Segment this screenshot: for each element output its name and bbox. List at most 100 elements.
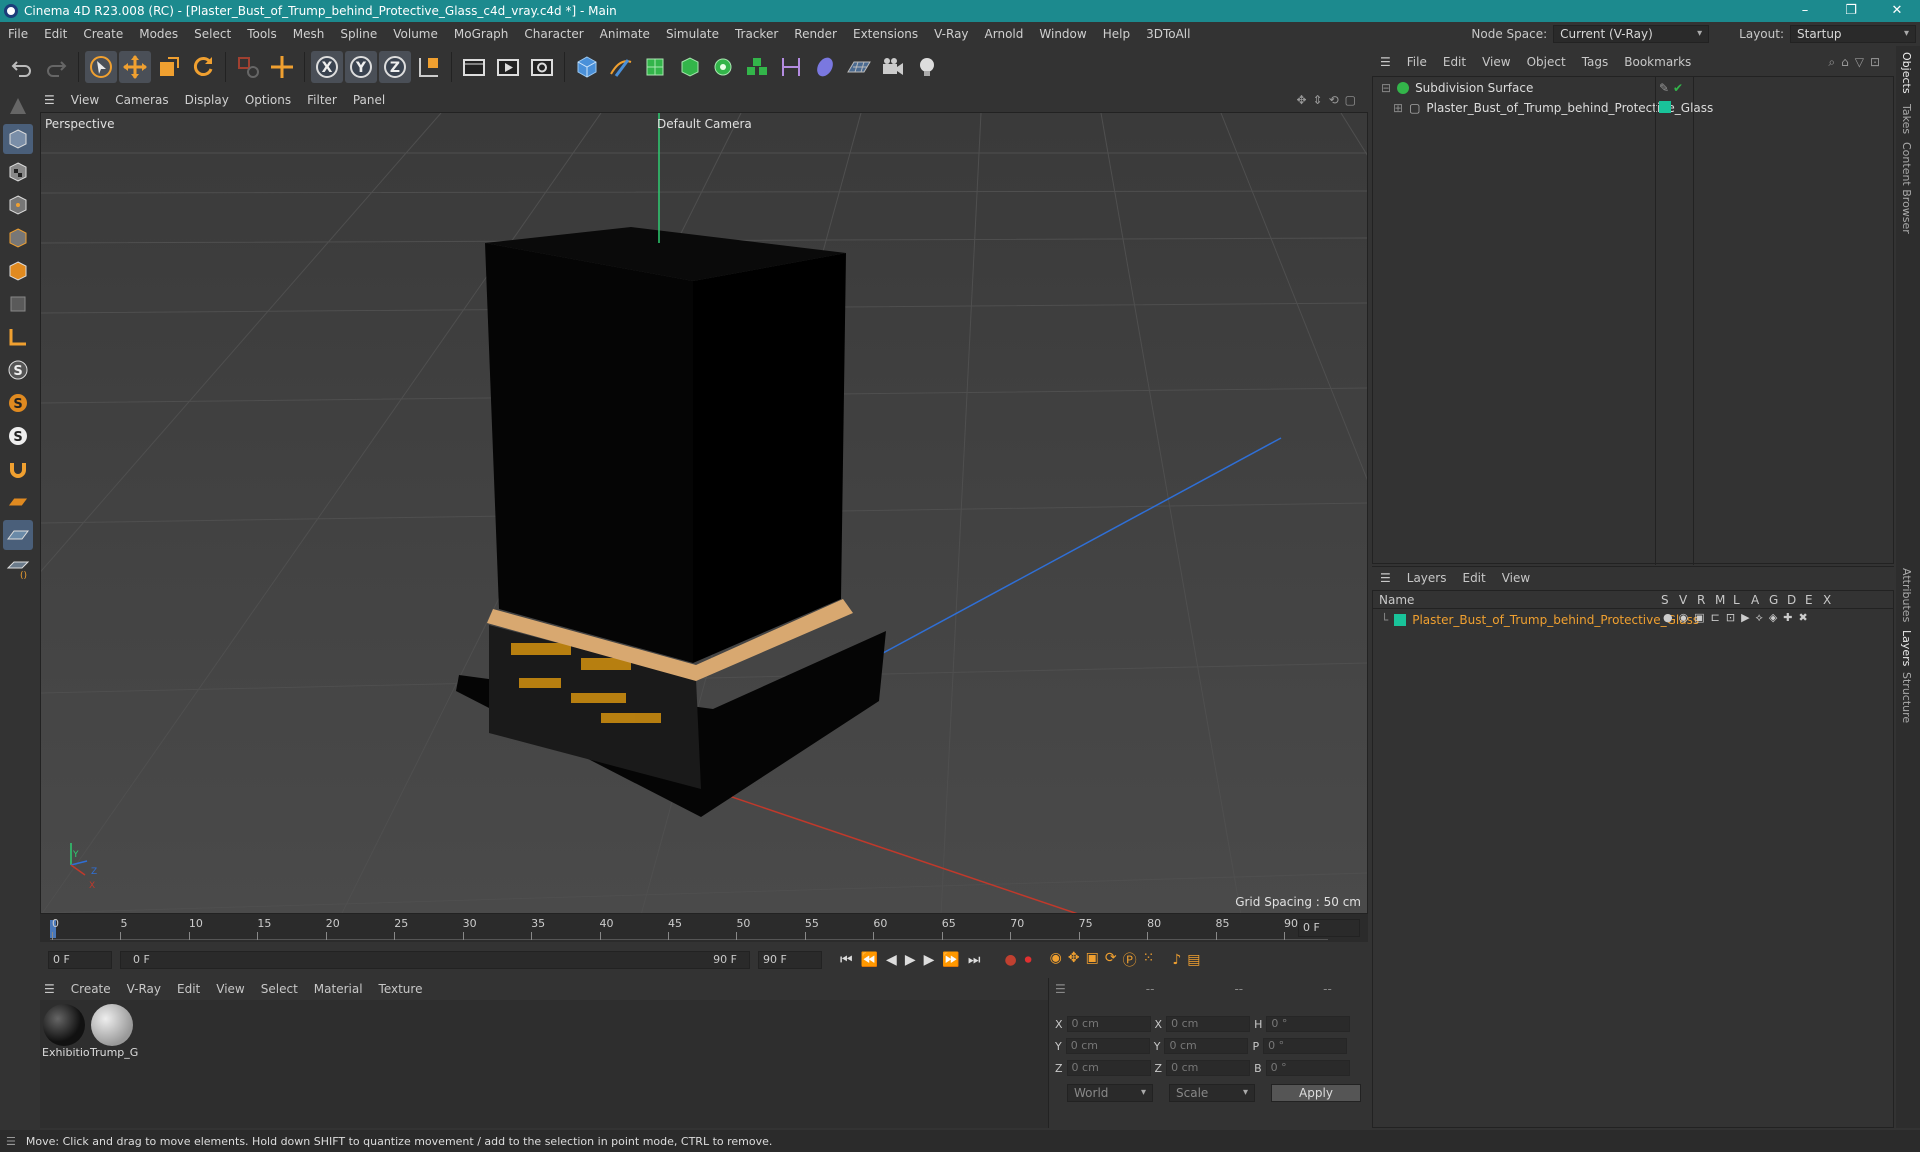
pen-icon[interactable]	[605, 51, 637, 83]
y-axis-icon[interactable]: Y	[345, 51, 377, 83]
cube-icon[interactable]	[571, 51, 603, 83]
menu-edit[interactable]: Edit	[36, 27, 75, 41]
object-row[interactable]: ⊟ Subdivision Surface	[1381, 79, 1533, 97]
menu-mesh[interactable]: Mesh	[285, 27, 333, 41]
tab-structure[interactable]: Structure	[1900, 672, 1913, 723]
viewport-menu-filter[interactable]: Filter	[299, 93, 345, 107]
timeline-view-icon[interactable]: ▤	[1187, 952, 1200, 968]
layer-color-tag[interactable]	[1659, 101, 1671, 113]
snap-s-icon-1[interactable]: S	[3, 355, 33, 385]
timeline-ruler[interactable]: 0 5 10 15 20 25 30 35 40 45 50 55 60 65 70 75 80 85 90 0 F	[40, 914, 1368, 942]
start-frame-field[interactable]: 0 F	[48, 951, 112, 969]
position-x-field[interactable]: 0 cm	[1066, 1016, 1151, 1032]
go-to-end-icon[interactable]: ⏭	[968, 952, 981, 968]
material-hamburger-icon[interactable]: ☰	[36, 982, 63, 996]
x-axis-icon[interactable]: X	[311, 51, 343, 83]
key-rotation-icon[interactable]: ⟳	[1105, 950, 1117, 970]
select-icon[interactable]	[85, 51, 117, 83]
layout-dropdown[interactable]: Startup	[1790, 25, 1916, 43]
apply-button[interactable]: Apply	[1271, 1084, 1361, 1102]
menu-extensions[interactable]: Extensions	[845, 27, 926, 41]
tab-objects[interactable]: Objects	[1900, 52, 1913, 94]
menu-select[interactable]: Select	[186, 27, 239, 41]
key-scale-icon[interactable]: ▣	[1086, 950, 1099, 970]
menu-arnold[interactable]: Arnold	[977, 27, 1032, 41]
world-dropdown[interactable]: World	[1067, 1084, 1153, 1102]
layer-menu-layers[interactable]: Layers	[1399, 571, 1455, 585]
menu-simulate[interactable]: Simulate	[658, 27, 727, 41]
viewport-menu-display[interactable]: Display	[177, 93, 237, 107]
cloner-icon[interactable]	[707, 51, 739, 83]
texture-mode-icon[interactable]	[3, 157, 33, 187]
move-icon[interactable]	[119, 51, 151, 83]
snap-s-icon-2[interactable]: S	[3, 388, 33, 418]
node-space-dropdown[interactable]: Current (V-Ray)	[1553, 25, 1710, 43]
undo-icon[interactable]	[6, 51, 38, 83]
tab-attributes[interactable]: Attributes	[1900, 568, 1913, 622]
viewport-hamburger-icon[interactable]: ☰	[36, 93, 63, 107]
snap-s-icon-3[interactable]: S	[3, 421, 33, 451]
close-button[interactable]: ✕	[1874, 0, 1920, 22]
menu-create[interactable]: Create	[75, 27, 131, 41]
object-menu-file[interactable]: File	[1399, 55, 1435, 69]
enabled-check-icon[interactable]: ✔	[1673, 81, 1683, 95]
sound-icon[interactable]: ♪	[1172, 952, 1181, 968]
tab-takes[interactable]: Takes	[1900, 104, 1913, 134]
menu-character[interactable]: Character	[516, 27, 591, 41]
menu-vray[interactable]: V-Ray	[926, 27, 976, 41]
expand-icon[interactable]: ⊞	[1393, 101, 1403, 115]
timeline-track[interactable]	[50, 920, 1328, 940]
layer-generators-icon[interactable]: ⟡	[1756, 611, 1763, 625]
status-hamburger-icon[interactable]: ☰	[6, 1135, 16, 1148]
material-menu-view[interactable]: View	[208, 982, 252, 996]
viewport-menu-options[interactable]: Options	[237, 93, 299, 107]
make-editable-icon[interactable]	[3, 91, 33, 121]
floor-icon[interactable]	[843, 51, 875, 83]
expand-icon[interactable]: ⊟	[1381, 81, 1391, 95]
rotate-icon[interactable]	[187, 51, 219, 83]
3d-viewport[interactable]: Perspective Default Camera Y Z X Grid Sp…	[40, 112, 1368, 914]
layer-animation-icon[interactable]: ▶	[1741, 611, 1749, 625]
coordinate-system-icon[interactable]	[413, 51, 445, 83]
layer-hamburger-icon[interactable]: ☰	[1372, 571, 1399, 585]
magnet-icon[interactable]	[3, 454, 33, 484]
next-key-icon[interactable]: ⏩	[942, 952, 959, 968]
edges-mode-icon[interactable]	[3, 223, 33, 253]
autokey-icon[interactable]: ⏺	[1025, 952, 1032, 968]
play-icon[interactable]: ▶	[905, 952, 916, 968]
menu-tracker[interactable]: Tracker	[727, 27, 786, 41]
points-mode-icon[interactable]	[3, 190, 33, 220]
size-x-field[interactable]: 0 cm	[1166, 1016, 1251, 1032]
z-axis-icon[interactable]: Z	[379, 51, 411, 83]
minimize-button[interactable]: –	[1782, 0, 1828, 22]
object-menu-object[interactable]: Object	[1519, 55, 1574, 69]
menu-file[interactable]: File	[0, 27, 36, 41]
material-menu-create[interactable]: Create	[63, 982, 119, 996]
position-y-field[interactable]: 0 cm	[1065, 1038, 1150, 1054]
key-selection-icon[interactable]: ◉	[1050, 950, 1062, 970]
polygons-mode-icon[interactable]	[3, 256, 33, 286]
menu-tools[interactable]: Tools	[239, 27, 285, 41]
key-position-icon[interactable]: ✥	[1068, 950, 1080, 970]
object-menu-edit[interactable]: Edit	[1435, 55, 1474, 69]
layer-visible-icon[interactable]: ◉	[1679, 611, 1689, 625]
object-menu-bookmarks[interactable]: Bookmarks	[1616, 55, 1699, 69]
material-swatch[interactable]: Trump_G	[90, 1004, 138, 1062]
menu-help[interactable]: Help	[1095, 27, 1138, 41]
end-frame-field[interactable]: 90 F	[758, 951, 822, 969]
object-hamburger-icon[interactable]: ☰	[1372, 55, 1399, 69]
layer-xref-icon[interactable]: ✖	[1799, 611, 1808, 625]
symmetry-icon[interactable]	[775, 51, 807, 83]
camera-icon[interactable]	[877, 51, 909, 83]
layer-menu-view[interactable]: View	[1494, 571, 1538, 585]
key-pla-icon[interactable]: ⁙	[1143, 950, 1155, 970]
recent-tool-icon[interactable]	[232, 51, 264, 83]
maximize-button[interactable]: ❐	[1828, 0, 1874, 22]
layer-menu-edit[interactable]: Edit	[1454, 571, 1493, 585]
layer-color-swatch[interactable]	[1394, 614, 1407, 626]
redo-icon[interactable]	[40, 51, 72, 83]
menu-modes[interactable]: Modes	[131, 27, 186, 41]
model-mode-icon[interactable]	[3, 124, 33, 154]
object-manager-tools-icon[interactable]: ⌕⌂▽⊡	[1828, 55, 1886, 70]
uv-mode-icon[interactable]	[3, 289, 33, 319]
